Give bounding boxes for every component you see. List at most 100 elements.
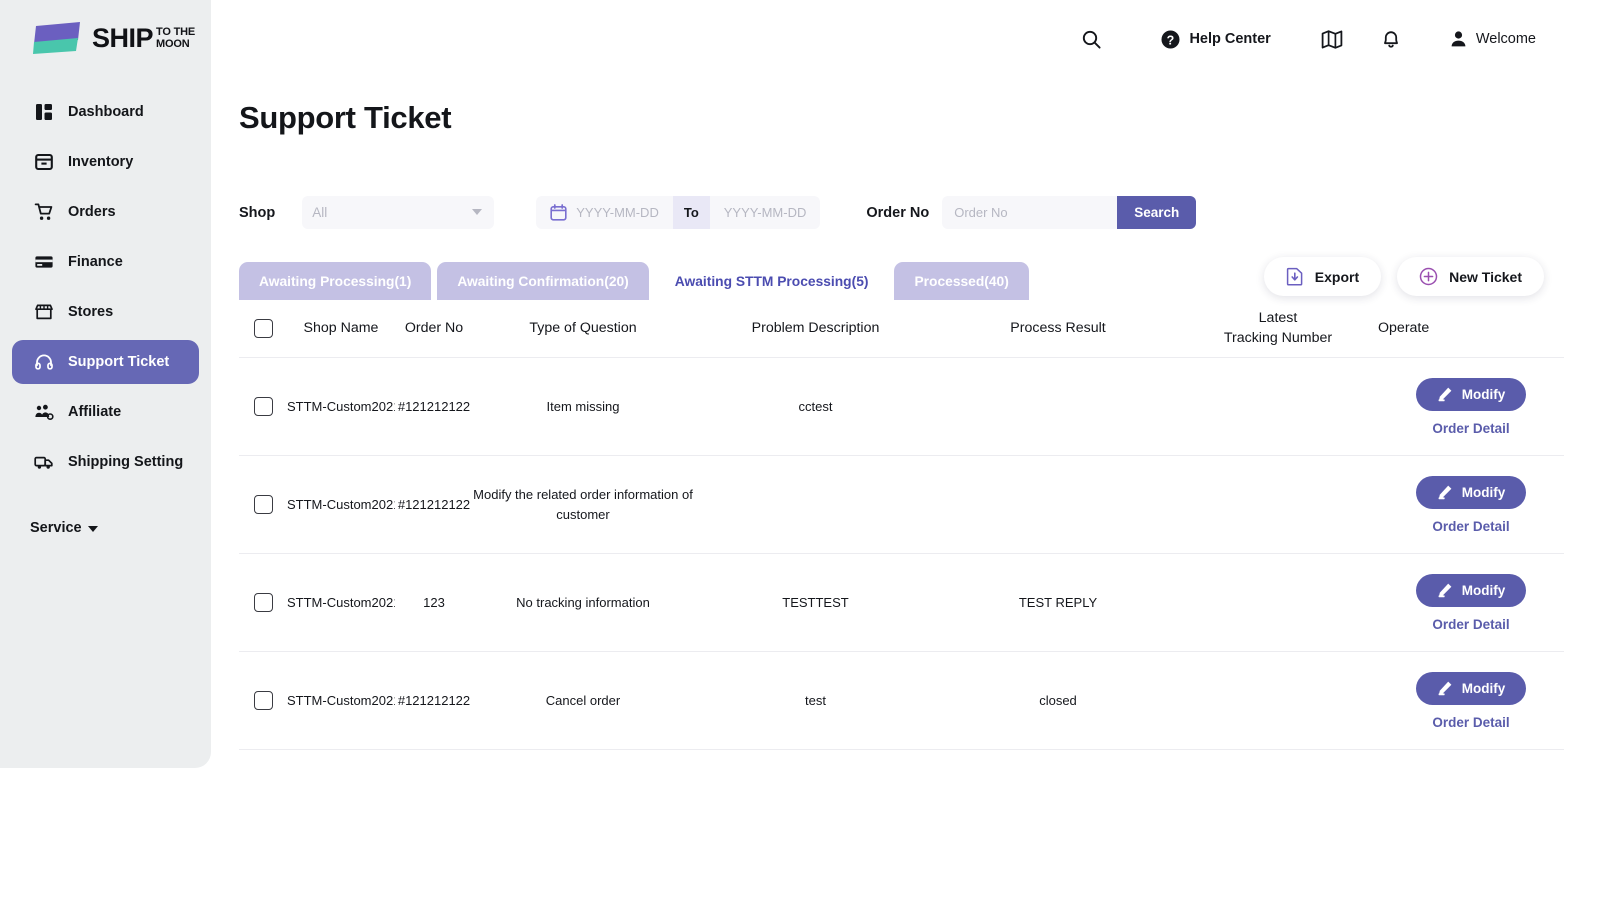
sidebar-item-stores[interactable]: Stores xyxy=(12,290,199,334)
notifications-button[interactable] xyxy=(1381,28,1401,50)
date-start-input[interactable]: YYYY-MM-DD xyxy=(536,196,673,229)
status-tabs: Awaiting Processing(1) Awaiting Confirma… xyxy=(239,262,1029,300)
cell-shop-name: STTM-Custom202101aaa xyxy=(287,594,395,610)
table-row: STTM-Custom202101new-ccc #121212122 Modi… xyxy=(239,456,1564,554)
tab-awaiting-processing[interactable]: Awaiting Processing(1) xyxy=(239,262,432,300)
order-detail-link[interactable]: Order Detail xyxy=(1432,519,1509,534)
headset-icon xyxy=(35,354,53,370)
sidebar-item-orders[interactable]: Orders xyxy=(12,190,199,234)
modify-button[interactable]: Modify xyxy=(1416,573,1526,607)
ticket-table: Shop Name Order No Type of Question Prob… xyxy=(239,300,1564,750)
table-row: STTM-Custom202101aaa 123 No tracking inf… xyxy=(239,554,1564,652)
sidebar-item-support-ticket[interactable]: Support Ticket xyxy=(12,340,199,384)
date-start-placeholder: YYYY-MM-DD xyxy=(576,205,659,220)
sidebar-item-inventory[interactable]: Inventory xyxy=(12,140,199,184)
chevron-down-icon xyxy=(472,209,483,215)
date-end-placeholder: YYYY-MM-DD xyxy=(723,205,807,220)
modify-label: Modify xyxy=(1461,386,1506,402)
header-process-result: Process Result xyxy=(1010,319,1106,336)
user-menu-button[interactable]: Welcome xyxy=(1449,29,1536,49)
order-detail-link[interactable]: Order Detail xyxy=(1432,715,1509,730)
header-operate: Operate xyxy=(1378,319,1430,336)
header-tracking-line1: Latest xyxy=(1258,310,1298,327)
main-content: Support Ticket Shop All YYYY-MM-DD To YY… xyxy=(211,78,1578,768)
tab-awaiting-confirmation[interactable]: Awaiting Confirmation(20) xyxy=(437,262,649,300)
new-ticket-label: New Ticket xyxy=(1449,268,1522,285)
help-center-label: Help Center xyxy=(1189,31,1271,47)
ship-flag-icon xyxy=(33,22,80,54)
logo-moon-text: MOON xyxy=(156,37,190,50)
select-all-checkbox[interactable] xyxy=(253,319,273,338)
truck-icon xyxy=(34,456,53,469)
modify-button[interactable]: Modify xyxy=(1416,671,1526,705)
cell-problem-description: TESTTEST xyxy=(782,594,849,610)
pencil-icon xyxy=(1438,583,1452,598)
shop-select[interactable]: All xyxy=(302,196,495,229)
question-circle-icon: ? xyxy=(1161,30,1180,48)
search-submit-button[interactable]: Search xyxy=(1117,196,1197,229)
cell-type-of-question: No tracking information xyxy=(516,594,650,610)
sidebar-item-label: Orders xyxy=(68,204,116,220)
pencil-icon xyxy=(1438,485,1452,500)
row-checkbox[interactable] xyxy=(253,495,273,514)
cell-process-result: TEST REPLY xyxy=(1018,594,1098,610)
sidebar-item-dashboard[interactable]: Dashboard xyxy=(12,90,199,134)
tab-awaiting-sttm-processing[interactable]: Awaiting STTM Processing(5) xyxy=(654,262,889,300)
pencil-icon xyxy=(1438,387,1452,402)
date-end-input[interactable]: YYYY-MM-DD xyxy=(710,196,821,229)
order-no-input[interactable] xyxy=(942,196,1118,229)
order-detail-link[interactable]: Order Detail xyxy=(1432,617,1509,632)
sidebar-item-label: Shipping Setting xyxy=(68,454,184,470)
cell-shop-name: STTM-Custom202101new-ccc xyxy=(287,398,395,414)
help-center-button[interactable]: ? Help Center xyxy=(1160,29,1271,50)
export-button[interactable]: Export xyxy=(1263,257,1382,296)
select-all-cell xyxy=(239,319,287,338)
modify-button[interactable]: Modify xyxy=(1416,475,1526,509)
top-bar: ? Help Center Welcome xyxy=(211,0,1578,78)
sidebar-item-label: Support Ticket xyxy=(68,354,170,370)
cell-type-of-question: Item missing xyxy=(546,398,620,414)
user-label: Welcome xyxy=(1475,31,1536,47)
header-order-no: Order No xyxy=(404,319,464,336)
sidebar-service-label: Service xyxy=(30,520,82,536)
app-logo[interactable]: SHIP TO THE MOON xyxy=(30,18,195,58)
row-checkbox[interactable] xyxy=(253,691,273,710)
search-button[interactable] xyxy=(1081,29,1102,50)
row-checkbox[interactable] xyxy=(253,397,273,416)
cell-type-of-question: Modify the related order information of … xyxy=(473,487,693,522)
row-select-cell xyxy=(239,495,287,514)
plus-circle-icon xyxy=(1419,267,1438,286)
tab-processed[interactable]: Processed(40) xyxy=(894,262,1029,300)
cell-operate: Modify Order Detail xyxy=(1378,671,1564,730)
order-detail-link[interactable]: Order Detail xyxy=(1432,421,1509,436)
svg-text:?: ? xyxy=(1167,33,1175,47)
date-to-label: To xyxy=(672,196,710,229)
sidebar-item-affiliate[interactable]: Affiliate xyxy=(12,390,199,434)
search-icon xyxy=(1083,30,1101,49)
table-row: STTM-Custom202101new-ccc #121212122 Canc… xyxy=(239,652,1564,750)
modify-label: Modify xyxy=(1461,582,1506,598)
sidebar-item-shipping-setting[interactable]: Shipping Setting xyxy=(12,440,199,484)
row-select-cell xyxy=(239,691,287,710)
header-shop-name: Shop Name xyxy=(303,319,379,336)
cell-order-no: #121212122 xyxy=(397,398,471,414)
date-range-group: YYYY-MM-DD To YYYY-MM-DD xyxy=(536,196,821,229)
row-checkbox[interactable] xyxy=(253,593,273,612)
table-header-row: Shop Name Order No Type of Question Prob… xyxy=(239,300,1564,358)
header-problem-description: Problem Description xyxy=(751,319,880,336)
sidebar-service-dropdown[interactable]: Service xyxy=(30,520,98,536)
modify-label: Modify xyxy=(1461,484,1506,500)
dashboard-icon xyxy=(36,104,52,120)
sidebar-item-label: Affiliate xyxy=(68,404,122,420)
sidebar-item-finance[interactable]: Finance xyxy=(12,240,199,284)
header-type-of-question: Type of Question xyxy=(529,319,637,336)
pencil-icon xyxy=(1438,681,1452,696)
modify-label: Modify xyxy=(1461,680,1506,696)
cell-operate: Modify Order Detail xyxy=(1378,377,1564,436)
sidebar: SHIP TO THE MOON Dashboard Inventory Ord… xyxy=(0,0,211,768)
sidebar-item-label: Finance xyxy=(68,254,123,270)
modify-button[interactable]: Modify xyxy=(1416,377,1526,411)
sidebar-item-label: Stores xyxy=(68,304,114,320)
map-button[interactable] xyxy=(1321,29,1343,50)
new-ticket-button[interactable]: New Ticket xyxy=(1397,257,1544,296)
